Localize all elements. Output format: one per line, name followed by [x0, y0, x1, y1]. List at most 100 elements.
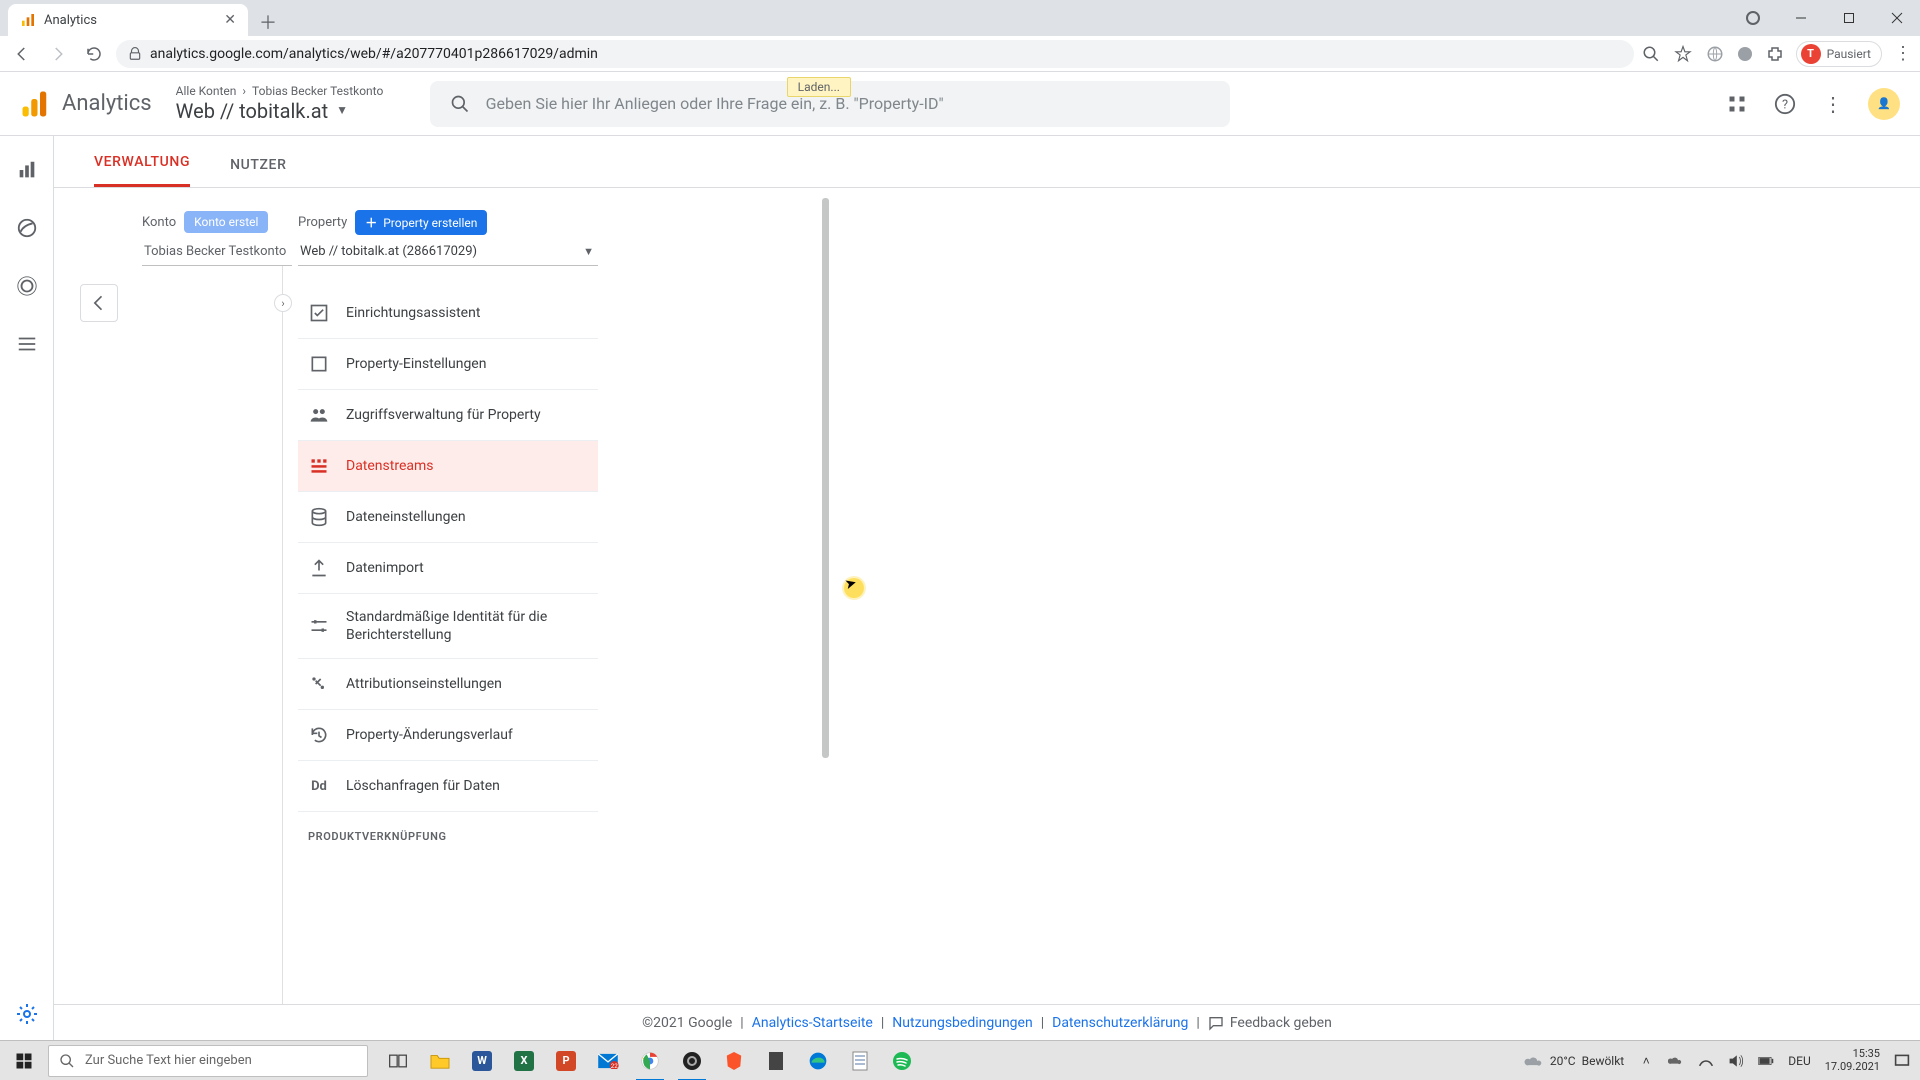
file-explorer-icon[interactable]	[420, 1041, 460, 1080]
tray-chevron-icon[interactable]: ˄	[1638, 1053, 1654, 1069]
menu-property-settings[interactable]: Property-Einstellungen	[298, 339, 598, 390]
property-select[interactable]: Web // tobitalk.at (286617029) ▼	[298, 244, 598, 266]
kebab-menu-icon[interactable]: ⋮	[1820, 91, 1846, 117]
menu-attribution[interactable]: Attributionseinstellungen	[298, 659, 598, 710]
network-icon[interactable]	[1698, 1053, 1714, 1069]
sync-indicator-icon[interactable]	[1746, 11, 1760, 25]
brave-icon[interactable]	[714, 1041, 754, 1080]
footer-link-terms[interactable]: Nutzungsbedingungen	[892, 1015, 1032, 1031]
app-icon[interactable]	[756, 1041, 796, 1080]
create-property-label: Property erstellen	[383, 216, 477, 230]
address-bar[interactable]: analytics.google.com/analytics/web/#/a20…	[116, 40, 1634, 68]
footer-feedback[interactable]: Feedback geben	[1208, 1015, 1332, 1031]
extensions-puzzle-icon[interactable]	[1766, 45, 1784, 63]
menu-data-import[interactable]: Datenimport	[298, 543, 598, 594]
forward-button[interactable]	[44, 40, 72, 68]
square-icon	[308, 353, 330, 375]
maximize-button[interactable]	[1826, 2, 1872, 34]
stream-icon	[308, 455, 330, 477]
obs-icon[interactable]	[672, 1041, 712, 1080]
spotify-icon[interactable]	[882, 1041, 922, 1080]
apps-icon[interactable]	[1724, 91, 1750, 117]
browser-tab[interactable]: Analytics ✕	[8, 4, 248, 36]
admin-area: VERWALTUNG NUTZER › Konto Konto erstel	[54, 136, 1920, 1040]
word-icon[interactable]: W	[462, 1041, 502, 1080]
menu-label: Standardmäßige Identität für die Bericht…	[346, 608, 588, 644]
ga-body: VERWALTUNG NUTZER › Konto Konto erstel	[0, 136, 1920, 1040]
weather-widget[interactable]: 20°C Bewölkt	[1524, 1053, 1624, 1069]
menu-setup-assistant[interactable]: Einrichtungsassistent	[298, 288, 598, 339]
configure-icon[interactable]	[13, 330, 41, 358]
menu-datastreams[interactable]: Datenstreams	[298, 441, 598, 492]
account-select[interactable]: Tobias Becker Testkonto	[142, 244, 292, 266]
edge-icon[interactable]	[798, 1041, 838, 1080]
admin-back-button[interactable]	[80, 284, 118, 322]
chrome-menu-icon[interactable]: ⋮	[1894, 43, 1912, 64]
minimize-button[interactable]	[1778, 2, 1824, 34]
account-label: Konto	[142, 215, 176, 230]
powerpoint-icon[interactable]: P	[546, 1041, 586, 1080]
menu-label: Datenimport	[346, 559, 424, 577]
extension-globe-icon[interactable]	[1706, 45, 1724, 63]
ga-logo[interactable]: Analytics	[20, 89, 152, 119]
tab-verwaltung[interactable]: VERWALTUNG	[94, 154, 190, 187]
volume-icon[interactable]	[1728, 1053, 1744, 1069]
notepad-icon[interactable]	[840, 1041, 880, 1080]
create-property-button[interactable]: ＋Property erstellen	[355, 210, 487, 235]
taskbar-search[interactable]: Zur Suche Text hier eingeben	[48, 1045, 368, 1077]
reports-icon[interactable]	[13, 156, 41, 184]
svg-text:22: 22	[611, 1062, 618, 1069]
close-tab-icon[interactable]: ✕	[224, 12, 236, 28]
users-icon	[308, 404, 330, 426]
footer-link-privacy[interactable]: Datenschutzerklärung	[1052, 1015, 1188, 1031]
admin-columns: › Konto Konto erstel Tobias Becker Testk…	[142, 206, 598, 1004]
reload-button[interactable]	[80, 40, 108, 68]
property-label: Property	[298, 215, 347, 230]
footer-copyright: ©2021 Google	[642, 1015, 732, 1031]
loading-badge: Laden...	[787, 77, 851, 97]
profile-chip[interactable]: T Pausiert	[1796, 41, 1882, 67]
menu-data-settings[interactable]: Dateneinstellungen	[298, 492, 598, 543]
search-icon	[59, 1053, 75, 1069]
breadcrumb: Alle Konten › Tobias Becker Testkonto	[176, 84, 406, 98]
task-view-icon[interactable]	[378, 1041, 418, 1080]
chrome-icon[interactable]	[630, 1041, 670, 1080]
crumb-all-accounts: Alle Konten	[176, 84, 237, 98]
user-avatar-icon[interactable]: 👤	[1868, 88, 1900, 120]
product-name: Analytics	[62, 91, 152, 116]
tab-nutzer[interactable]: NUTZER	[230, 157, 286, 187]
language-indicator[interactable]: DEU	[1788, 1054, 1810, 1068]
ga-search[interactable]: Geben Sie hier Ihr Anliegen oder Ihre Fr…	[430, 81, 1230, 127]
create-account-chip[interactable]: Konto erstel	[184, 211, 268, 233]
bookmark-icon[interactable]	[1674, 45, 1692, 63]
advertising-icon[interactable]	[13, 272, 41, 300]
close-window-button[interactable]	[1874, 2, 1920, 34]
notifications-icon[interactable]	[1894, 1053, 1910, 1069]
taskbar-apps: W X P 22	[378, 1041, 922, 1080]
start-button[interactable]	[0, 1041, 48, 1080]
attribution-icon	[308, 673, 330, 695]
taskbar-clock[interactable]: 15:35 17.09.2021	[1825, 1048, 1880, 1072]
menu-default-identity[interactable]: Standardmäßige Identität für die Bericht…	[298, 594, 598, 659]
menu-access-management[interactable]: Zugriffsverwaltung für Property	[298, 390, 598, 441]
expand-column-icon[interactable]: ›	[274, 294, 292, 312]
admin-gear-icon[interactable]	[13, 1000, 41, 1028]
upload-icon	[308, 557, 330, 579]
back-button[interactable]	[8, 40, 36, 68]
window-controls	[1778, 0, 1920, 36]
excel-icon[interactable]: X	[504, 1041, 544, 1080]
zoom-icon[interactable]	[1642, 45, 1660, 63]
new-tab-button[interactable]: ＋	[254, 8, 282, 36]
menu-delete-requests[interactable]: Dd Löschanfragen für Daten	[298, 761, 598, 812]
onedrive-icon[interactable]	[1668, 1053, 1684, 1069]
lock-icon	[128, 47, 142, 61]
extension-dot-icon[interactable]	[1736, 45, 1754, 63]
footer-link-start[interactable]: Analytics-Startseite	[752, 1015, 873, 1031]
account-selector[interactable]: Alle Konten › Tobias Becker Testkonto We…	[176, 84, 406, 122]
menu-change-history[interactable]: Property-Änderungsverlauf	[298, 710, 598, 761]
help-icon[interactable]: ?	[1772, 91, 1798, 117]
explore-icon[interactable]	[13, 214, 41, 242]
account-column: Konto Konto erstel Tobias Becker Testkon…	[142, 206, 292, 1004]
mail-icon[interactable]: 22	[588, 1041, 628, 1080]
battery-icon[interactable]	[1758, 1053, 1774, 1069]
